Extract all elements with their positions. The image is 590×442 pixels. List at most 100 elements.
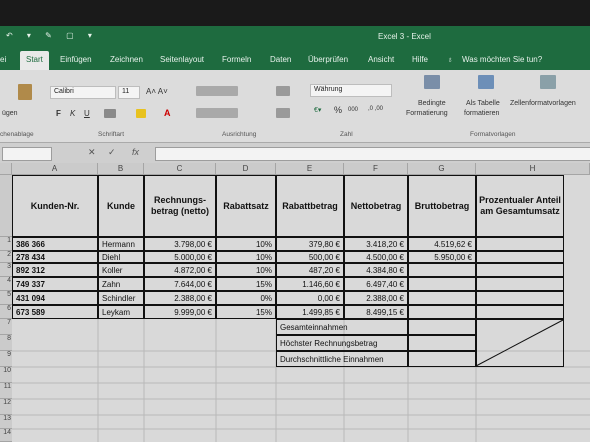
column-header-b[interactable]: B xyxy=(98,163,144,175)
grow-shrink-font-buttons[interactable]: A˄ A˅ xyxy=(146,87,168,96)
row-header[interactable]: 4 xyxy=(0,277,12,291)
underline-button[interactable]: U xyxy=(84,109,90,118)
column-header-c[interactable]: C xyxy=(144,163,216,175)
currency-icon[interactable]: €▾ xyxy=(314,106,321,114)
font-size-select[interactable]: 11 xyxy=(118,86,140,99)
summary-label[interactable]: Höchster Rechnungsbetrag xyxy=(276,335,408,351)
summary-value-cell[interactable] xyxy=(408,335,476,351)
conditional-format-label-2[interactable]: Formatierung xyxy=(406,110,448,117)
cell-kunden-nr[interactable]: 278 434 xyxy=(12,251,98,263)
tab-einfuegen[interactable]: Einfügen xyxy=(60,55,92,64)
cell-prozentualer-anteil[interactable] xyxy=(476,237,564,251)
cell-styles-label[interactable]: Zellenformatvorlagen xyxy=(510,100,576,107)
cell-kunden-nr[interactable]: 386 366 xyxy=(12,237,98,251)
row-header[interactable]: 11 xyxy=(0,383,12,399)
cell-nettobetrag[interactable]: 6.497,40 € xyxy=(344,277,408,291)
column-header-f[interactable]: F xyxy=(344,163,408,175)
cell-rechnungsbetrag[interactable]: 4.872,00 € xyxy=(144,263,216,277)
column-header-e[interactable]: E xyxy=(276,163,344,175)
format-as-table-label-2[interactable]: formatieren xyxy=(464,110,499,117)
cell-rechnungsbetrag[interactable]: 9.999,00 € xyxy=(144,305,216,319)
cell-rabattbetrag[interactable]: 379,80 € xyxy=(276,237,344,251)
row-header[interactable]: 8 xyxy=(0,335,12,351)
paste-icon[interactable] xyxy=(18,84,32,100)
cell-prozentualer-anteil[interactable] xyxy=(476,291,564,305)
cell-rabattsatz[interactable]: 10% xyxy=(216,237,276,251)
tab-start[interactable]: Start xyxy=(20,51,49,70)
tab-daten[interactable]: Daten xyxy=(270,55,291,64)
cell-rabattbetrag[interactable]: 1.499,85 € xyxy=(276,305,344,319)
align-top-icons[interactable] xyxy=(196,86,238,96)
header-rabattbetrag[interactable]: Rabattbetrag xyxy=(276,175,344,237)
cell-kunden-nr[interactable]: 673 589 xyxy=(12,305,98,319)
conditional-format-icon[interactable] xyxy=(424,75,440,89)
header-prozentualer-anteil[interactable]: Prozentualer Anteil am Gesamtumsatz xyxy=(476,175,564,237)
select-all-corner[interactable] xyxy=(0,163,12,175)
tab-zeichnen[interactable]: Zeichnen xyxy=(110,55,143,64)
insert-function-icon[interactable]: fx xyxy=(132,147,139,157)
cell-kunde[interactable]: Leykam xyxy=(98,305,144,319)
cell-rabattsatz[interactable]: 15% xyxy=(216,277,276,291)
decimal-buttons[interactable]: ,0 ,00 xyxy=(368,106,383,112)
tab-formeln[interactable]: Formeln xyxy=(222,55,251,64)
tab-ansicht[interactable]: Ansicht xyxy=(368,55,394,64)
cell-rabattbetrag[interactable]: 0,00 € xyxy=(276,291,344,305)
cell-prozentualer-anteil[interactable] xyxy=(476,277,564,291)
formula-input[interactable] xyxy=(155,147,590,161)
cell-rabattsatz[interactable]: 15% xyxy=(216,305,276,319)
header-rechnungsbetrag[interactable]: Rechnungs-betrag (netto) xyxy=(144,175,216,237)
tab-ueberpruefen[interactable]: Überprüfen xyxy=(308,55,348,64)
row-header[interactable]: 3 xyxy=(0,263,12,277)
row-header[interactable]: 1 xyxy=(0,237,12,251)
cell-kunde[interactable]: Diehl xyxy=(98,251,144,263)
number-format-select[interactable]: Währung xyxy=(310,84,392,97)
cell-styles-icon[interactable] xyxy=(540,75,556,89)
cell-kunden-nr[interactable]: 431 094 xyxy=(12,291,98,305)
quick-access-toolbar[interactable]: ↶ ▾ ✎ ▢ ▾ xyxy=(6,31,98,40)
cell-kunde[interactable]: Schindler xyxy=(98,291,144,305)
cancel-icon[interactable]: ✕ xyxy=(88,147,96,158)
cell-nettobetrag[interactable]: 8.499,15 € xyxy=(344,305,408,319)
font-color-button[interactable]: A xyxy=(164,108,171,118)
cell-kunden-nr[interactable]: 892 312 xyxy=(12,263,98,277)
row-header[interactable] xyxy=(0,175,12,237)
column-header-h[interactable]: H xyxy=(476,163,590,175)
name-box[interactable] xyxy=(2,147,52,161)
row-header[interactable]: 5 xyxy=(0,291,12,305)
row-header[interactable]: 12 xyxy=(0,399,12,415)
cell-rabattsatz[interactable]: 0% xyxy=(216,291,276,305)
percent-button[interactable]: % xyxy=(334,105,342,115)
summary-label[interactable]: Gesamteinnahmen xyxy=(276,319,408,335)
cell-nettobetrag[interactable]: 2.388,00 € xyxy=(344,291,408,305)
tab-seitenlayout[interactable]: Seitenlayout xyxy=(160,55,204,64)
cell-kunde[interactable]: Koller xyxy=(98,263,144,277)
cell-bruttobetrag[interactable] xyxy=(408,305,476,319)
cell-bruttobetrag[interactable]: 4.519,62 € xyxy=(408,237,476,251)
cell-rechnungsbetrag[interactable]: 7.644,00 € xyxy=(144,277,216,291)
cell-bruttobetrag[interactable] xyxy=(408,277,476,291)
borders-icon[interactable] xyxy=(104,109,116,118)
cell-rabattsatz[interactable]: 10% xyxy=(216,251,276,263)
conditional-format-label[interactable]: Bedingte xyxy=(418,100,446,107)
italic-button[interactable]: K xyxy=(70,109,75,118)
cell-rabattsatz[interactable]: 10% xyxy=(216,263,276,277)
summary-label[interactable]: Durchschnittliche Einnahmen xyxy=(276,351,408,367)
tab-datei[interactable]: ei xyxy=(0,55,6,64)
cell-rechnungsbetrag[interactable]: 5.000,00 € xyxy=(144,251,216,263)
cell-kunde[interactable]: Hermann xyxy=(98,237,144,251)
row-header[interactable]: 6 xyxy=(0,305,12,319)
row-header[interactable]: 10 xyxy=(0,367,12,383)
worksheet-grid[interactable]: A B C D E F G H 1 2 3 4 5 6 7 8 9 10 11 … xyxy=(0,163,590,442)
thousands-separator-button[interactable]: 000 xyxy=(348,107,358,113)
align-left-icons[interactable] xyxy=(196,108,238,118)
merge-cells-icon[interactable] xyxy=(276,108,290,118)
column-header-d[interactable]: D xyxy=(216,163,276,175)
summary-value-cell[interactable] xyxy=(408,319,476,335)
cell-nettobetrag[interactable]: 4.500,00 € xyxy=(344,251,408,263)
row-header[interactable]: 14 xyxy=(0,429,12,442)
cell-prozentualer-anteil[interactable] xyxy=(476,305,564,319)
cell-rechnungsbetrag[interactable]: 3.798,00 € xyxy=(144,237,216,251)
paste-label[interactable]: ügen xyxy=(2,110,18,117)
format-as-table-icon[interactable] xyxy=(478,75,494,89)
bold-button[interactable]: F xyxy=(56,109,61,118)
